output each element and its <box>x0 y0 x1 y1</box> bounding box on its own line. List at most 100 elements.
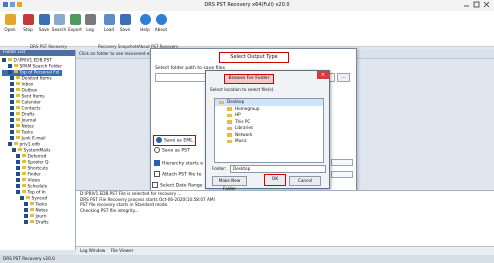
checkbox-icon[interactable] <box>10 124 14 128</box>
checkbox-icon[interactable] <box>24 214 28 218</box>
checkbox-icon[interactable] <box>10 82 14 86</box>
folder-icon <box>21 154 26 158</box>
save-button[interactable]: Save <box>36 14 52 33</box>
folder-icon <box>29 202 34 206</box>
hierarchy-checkbox[interactable]: Hierarchy starts o <box>154 160 203 167</box>
log-button[interactable]: Log <box>82 14 98 33</box>
output-option-box[interactable] <box>331 171 353 178</box>
tree-item[interactable]: Drafts <box>2 220 62 226</box>
browse-button[interactable]: ... <box>337 73 350 82</box>
checkbox-icon[interactable] <box>10 76 14 80</box>
check-icon <box>152 182 158 188</box>
tree-item-label: Notes <box>21 124 34 130</box>
folder-icon <box>29 220 34 224</box>
cancel-button[interactable]: Cancel <box>289 176 321 186</box>
check-icon <box>154 160 160 166</box>
tree-item-label: Notes <box>35 208 48 214</box>
folder-icon <box>4 14 16 25</box>
checkbox-icon[interactable] <box>12 148 16 152</box>
checkbox-icon[interactable] <box>10 88 14 92</box>
folder-icon <box>15 124 20 128</box>
attach-pst-checkbox[interactable]: Attach PST file te <box>154 171 201 178</box>
checkbox-icon[interactable] <box>10 118 14 122</box>
save-as-pst-radio[interactable]: Save as PST <box>154 147 190 154</box>
checkbox-icon[interactable] <box>16 184 20 188</box>
checkbox-icon[interactable] <box>10 112 14 116</box>
help-icon <box>139 14 151 25</box>
tree-item-label: Junk E-mail <box>21 136 46 142</box>
tree-item-label: SystemMails <box>23 148 51 154</box>
folder-list-label: Desktop <box>227 99 245 104</box>
folder-icon <box>227 126 232 130</box>
save-icon <box>38 14 50 25</box>
checkbox-icon[interactable] <box>16 160 20 164</box>
tree-item-label: Top of In <box>27 190 46 196</box>
folder-icon <box>7 58 12 62</box>
folder-tree-list[interactable]: Desktop Homegroup HP This PC Libraries Networ… <box>214 98 324 163</box>
about-button[interactable]: About <box>153 14 169 33</box>
folder-icon <box>21 184 26 188</box>
log-window: D:\PRIV1.EDB.PST File is selected for re… <box>76 190 494 246</box>
checkbox-icon[interactable] <box>24 220 28 224</box>
radio-icon <box>154 147 160 153</box>
folder-input[interactable]: Desktop <box>230 165 326 173</box>
checkbox-icon[interactable] <box>16 166 20 170</box>
checkbox-icon[interactable] <box>10 106 14 110</box>
folder-icon <box>21 172 26 176</box>
checkbox-icon[interactable] <box>2 58 6 62</box>
tree-item-label: Drafts <box>21 112 35 118</box>
dialog-title: Select Output Type <box>219 52 289 63</box>
checkbox-icon[interactable] <box>20 196 24 200</box>
tab-file-viewer[interactable]: File Viewer <box>111 248 134 253</box>
window-controls[interactable] <box>462 1 492 10</box>
ribbon-toolbar: Open Stop Save Search Export Log Load Sa… <box>0 11 494 49</box>
stop-icon <box>22 14 34 25</box>
save-snapshot-button[interactable]: Save <box>117 14 133 33</box>
checkbox-icon[interactable] <box>10 130 14 134</box>
make-new-folder-button[interactable]: Make New Folder <box>212 176 247 191</box>
folder-list-item[interactable]: Music <box>215 138 323 145</box>
export-button[interactable]: Export <box>67 14 83 33</box>
folder-label: Folder: <box>212 166 227 171</box>
date-range-checkbox[interactable]: Select Date Range <box>152 182 203 189</box>
folder-icon <box>17 148 22 152</box>
checkbox-icon[interactable] <box>8 70 12 74</box>
folder-icon <box>21 166 26 170</box>
folder-icon <box>219 100 224 104</box>
checkbox-icon[interactable] <box>24 208 28 212</box>
checkbox-icon[interactable] <box>8 142 12 146</box>
tree-item-label: Calendar <box>21 100 41 106</box>
tab-log-window[interactable]: Log Window <box>80 248 105 253</box>
tree-item-label: Inbox <box>21 82 34 88</box>
folder-icon <box>29 214 34 218</box>
stop-button[interactable]: Stop <box>20 14 36 33</box>
checkbox-icon[interactable] <box>10 136 14 140</box>
tree-item-label: Deferred <box>27 154 47 160</box>
checkbox-icon[interactable] <box>16 172 20 176</box>
folder-icon <box>15 136 20 140</box>
output-option-box[interactable] <box>331 159 353 166</box>
folder-tree[interactable]: D:\PRIV1.EDB.PST SPAM Search Folder Top of… <box>2 58 62 226</box>
tree-item-label: Synced <box>31 196 48 202</box>
checkbox-icon[interactable] <box>24 202 28 206</box>
checkbox-icon[interactable] <box>16 154 20 158</box>
help-button[interactable]: Help <box>137 14 153 33</box>
checkbox-icon[interactable] <box>16 178 20 182</box>
search-button[interactable]: Search <box>51 14 67 33</box>
load-snapshot-button[interactable]: Load <box>101 14 117 33</box>
tree-item-label: Contacts <box>21 106 41 112</box>
save-as-eml-radio[interactable]: Save as EML <box>153 135 196 146</box>
folder-list-label: This PC <box>235 118 251 124</box>
folder-icon <box>15 88 20 92</box>
open-button[interactable]: Open <box>2 14 18 33</box>
folder-icon <box>15 100 20 104</box>
tree-item-label: Spooler Q <box>27 160 49 166</box>
close-button[interactable]: × <box>317 71 329 79</box>
checkbox-icon[interactable] <box>16 190 20 194</box>
folder-icon <box>227 133 232 137</box>
ok-button[interactable]: OK <box>264 174 286 186</box>
checkbox-icon[interactable] <box>10 100 14 104</box>
checkbox-icon[interactable] <box>10 94 14 98</box>
checkbox-icon[interactable] <box>8 64 12 68</box>
folder-list-label: Homegroup <box>235 105 260 111</box>
